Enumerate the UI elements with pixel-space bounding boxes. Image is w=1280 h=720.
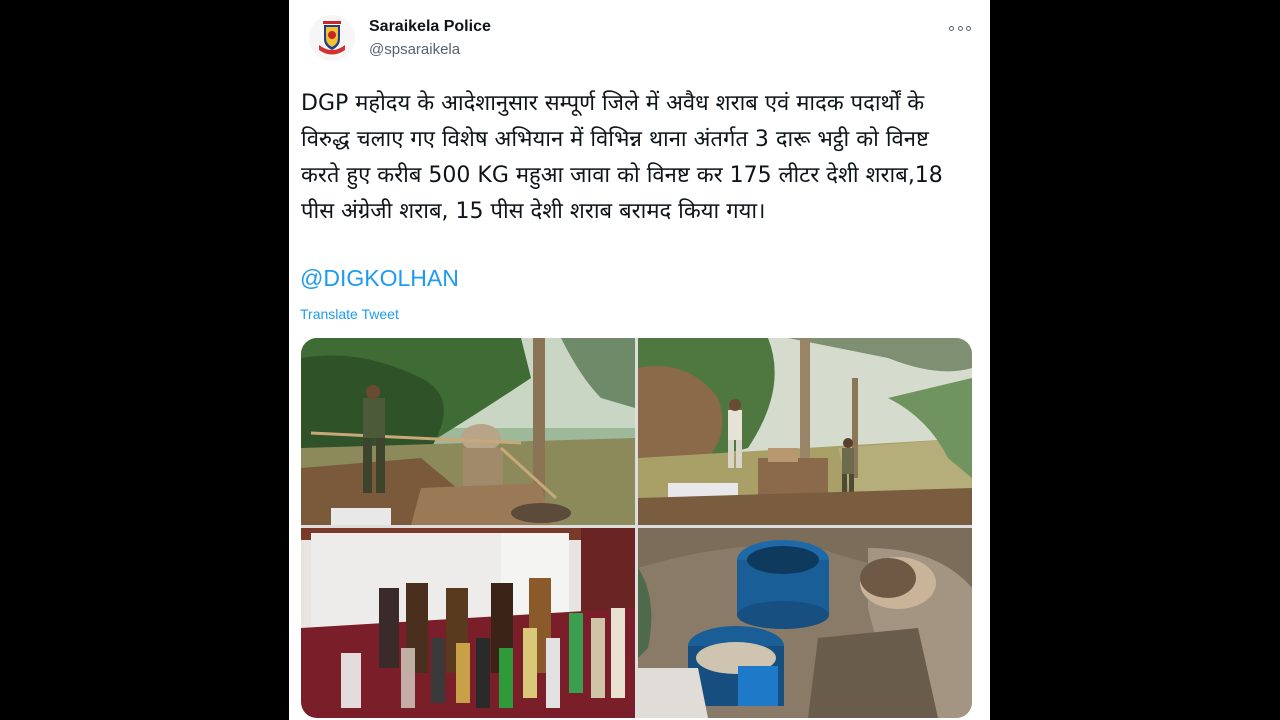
avatar[interactable] [309,15,355,61]
display-name[interactable]: Saraikela Police [369,18,491,36]
tweet-card: Saraikela Police @spsaraikela DGP महोदय … [289,0,990,720]
photo-blue-drums[interactable] [638,528,972,718]
translate-tweet-link[interactable]: Translate Tweet [300,306,399,322]
user-handle[interactable]: @spsaraikela [369,41,460,58]
photo-forest-still-2[interactable] [638,338,972,525]
tweet-header: Saraikela Police @spsaraikela [303,12,975,64]
mention-link[interactable]: @DIGKOLHAN [300,265,459,292]
photo-seized-bottles[interactable] [301,528,635,718]
photo-forest-still-1[interactable] [301,338,635,525]
media-grid [301,338,972,718]
tweet-text: DGP महोदय के आदेशानुसार सम्पूर्ण जिले मे… [301,91,950,224]
more-horizontal-icon[interactable] [949,22,971,34]
police-emblem-icon [309,15,355,61]
